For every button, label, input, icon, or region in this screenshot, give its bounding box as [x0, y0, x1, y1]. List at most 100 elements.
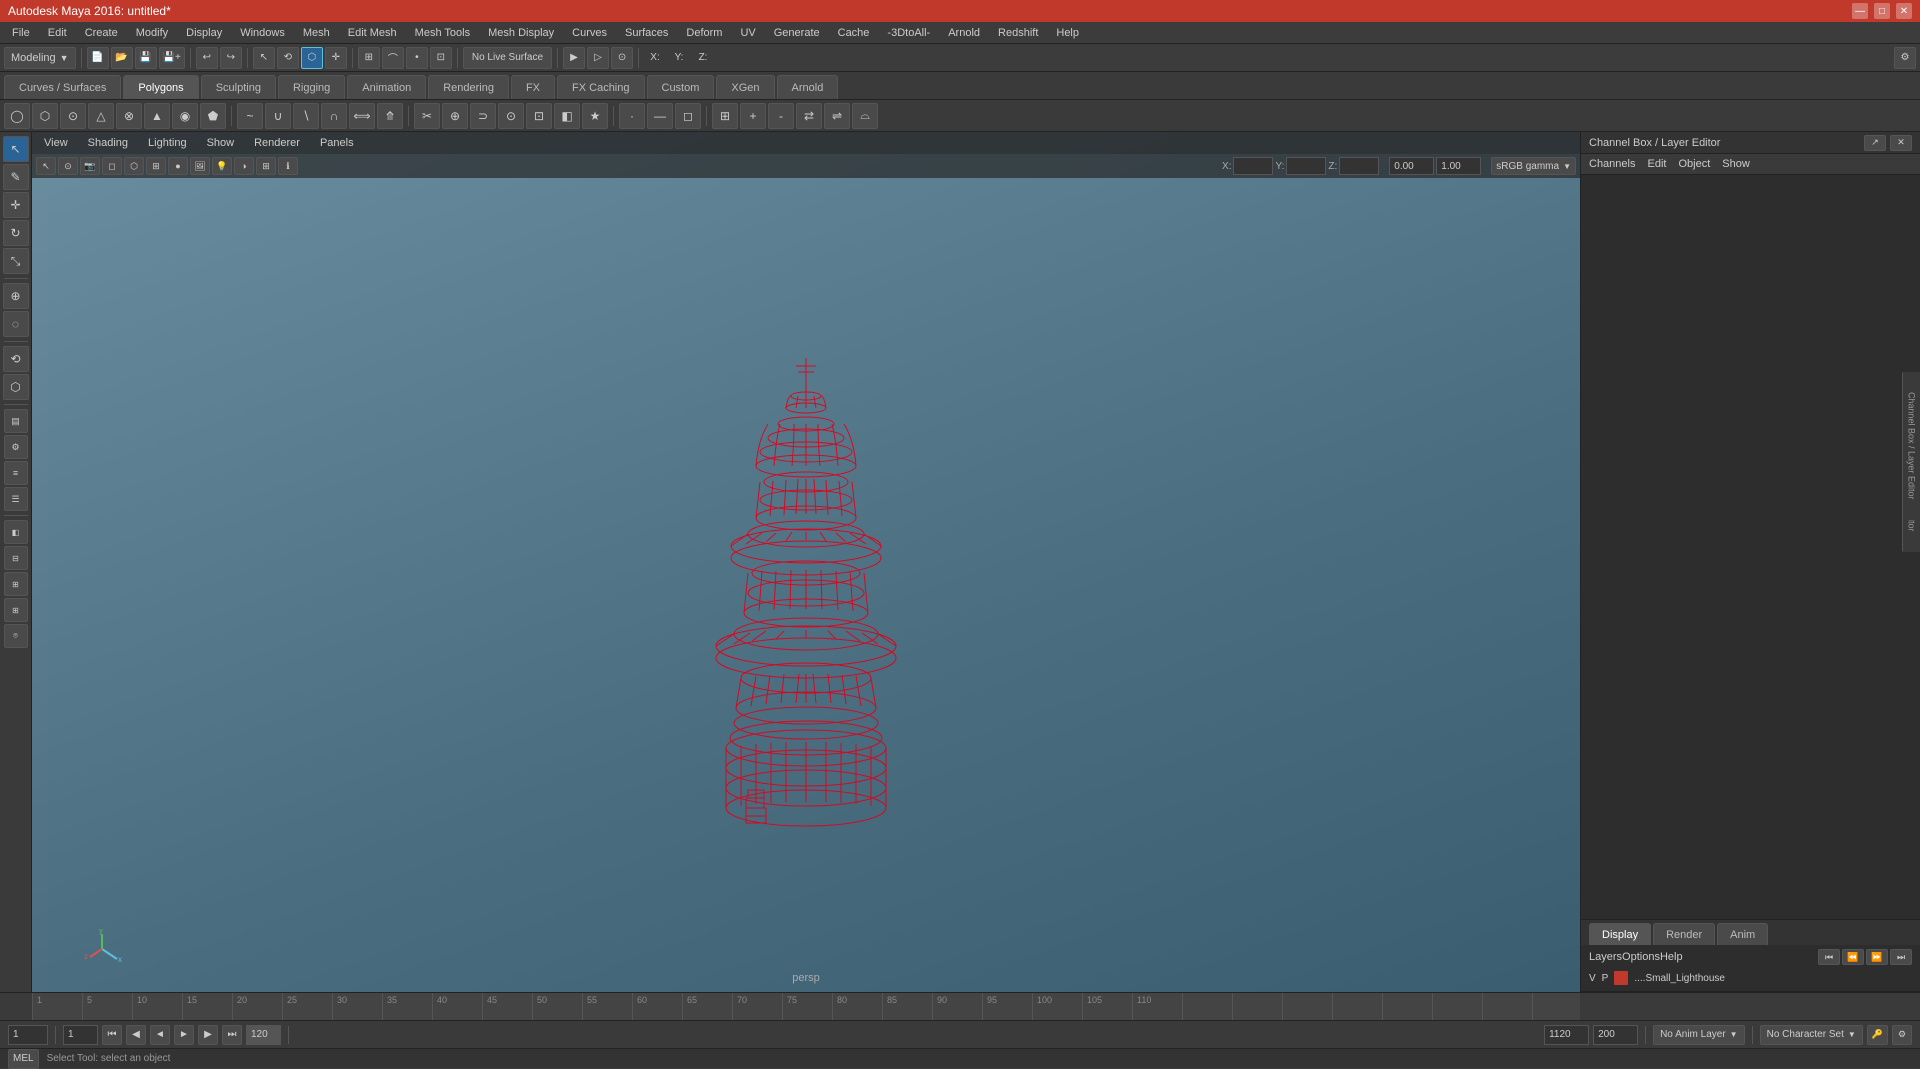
- vp-menu-panels[interactable]: Panels: [314, 135, 360, 151]
- lasso-select[interactable]: ⟲: [3, 346, 29, 372]
- quick-layout-3[interactable]: ⊞: [4, 572, 28, 596]
- menu-file[interactable]: File: [4, 25, 38, 41]
- cb-channels[interactable]: Channels: [1589, 158, 1635, 170]
- close-button[interactable]: ✕: [1896, 3, 1912, 19]
- tab-anim[interactable]: Anim: [1717, 923, 1768, 945]
- invert-selection[interactable]: ⇌: [824, 103, 850, 129]
- soft-mod[interactable]: ◌: [3, 311, 29, 337]
- snap-point-btn[interactable]: •: [406, 47, 428, 69]
- attribute-editor[interactable]: ☰: [4, 487, 28, 511]
- boolean-union[interactable]: ∪: [265, 103, 291, 129]
- layer-prev-btn[interactable]: ⏮: [1818, 949, 1840, 965]
- end-frame-field[interactable]: [246, 1025, 281, 1045]
- vp-smooth[interactable]: ●: [168, 157, 188, 175]
- mirror-tool[interactable]: ⟺: [349, 103, 375, 129]
- tab-animation[interactable]: Animation: [347, 75, 426, 99]
- vp-val1[interactable]: [1389, 157, 1434, 175]
- platonic-tool[interactable]: ⬟: [200, 103, 226, 129]
- panel-close-btn[interactable]: ✕: [1890, 135, 1912, 151]
- no-live-surface-btn[interactable]: No Live Surface: [463, 47, 552, 69]
- menu-curves[interactable]: Curves: [564, 25, 615, 41]
- menu-mesh-display[interactable]: Mesh Display: [480, 25, 562, 41]
- tab-curves-surfaces[interactable]: Curves / Surfaces: [4, 75, 121, 99]
- menu-cache[interactable]: Cache: [830, 25, 878, 41]
- range-end-field[interactable]: [1593, 1025, 1638, 1045]
- tab-xgen[interactable]: XGen: [716, 75, 774, 99]
- bridge-tool[interactable]: ⊃: [470, 103, 496, 129]
- fill-hole[interactable]: ⊙: [498, 103, 524, 129]
- snap-grid-btn[interactable]: ⊞: [358, 47, 380, 69]
- grow-selection[interactable]: +: [740, 103, 766, 129]
- menu-help[interactable]: Help: [1048, 25, 1087, 41]
- play-forward-btn[interactable]: ►: [174, 1025, 194, 1045]
- tab-arnold[interactable]: Arnold: [777, 75, 839, 99]
- rotate-tool[interactable]: ↻: [3, 220, 29, 246]
- char-set-key-btn[interactable]: 🔑: [1867, 1025, 1888, 1045]
- timeline-ruler[interactable]: 1 5 10 15 20 25 30 35 40 45 50 55 60 65 …: [32, 993, 1580, 1020]
- vp-x-field[interactable]: [1233, 157, 1273, 175]
- layer-color-swatch[interactable]: [1614, 971, 1628, 985]
- quick-layout-2[interactable]: ⊟: [4, 546, 28, 570]
- viewport[interactable]: View Shading Lighting Show Renderer Pane…: [32, 132, 1580, 992]
- char-set-selector[interactable]: No Character Set ▼: [1760, 1025, 1863, 1045]
- disc-tool[interactable]: ◉: [172, 103, 198, 129]
- vp-show-hide[interactable]: ⊙: [58, 157, 78, 175]
- multi-cut[interactable]: ✂: [414, 103, 440, 129]
- vp-grid[interactable]: ⊞: [256, 157, 276, 175]
- menu-windows[interactable]: Windows: [232, 25, 293, 41]
- vp-display[interactable]: ◻: [102, 157, 122, 175]
- play-back-btn[interactable]: ◄: [150, 1025, 170, 1045]
- menu-arnold[interactable]: Arnold: [940, 25, 988, 41]
- vertex-mode[interactable]: ·: [619, 103, 645, 129]
- menu-edit[interactable]: Edit: [40, 25, 75, 41]
- outliner[interactable]: ≡: [4, 461, 28, 485]
- menu-display[interactable]: Display: [178, 25, 230, 41]
- menu-3dtoall[interactable]: -3DtoAll-: [879, 25, 938, 41]
- redo-btn[interactable]: ↪: [220, 47, 242, 69]
- move-tool[interactable]: ✛: [3, 192, 29, 218]
- snap-together[interactable]: ⌾: [4, 624, 28, 648]
- universal-manip[interactable]: ⊕: [3, 283, 29, 309]
- menu-uv[interactable]: UV: [732, 25, 763, 41]
- menu-create[interactable]: Create: [77, 25, 126, 41]
- timeline[interactable]: 1 5 10 15 20 25 30 35 40 45 50 55 60 65 …: [0, 992, 1920, 1020]
- tab-rigging[interactable]: Rigging: [278, 75, 345, 99]
- settings-btn-right[interactable]: ⚙: [1894, 47, 1916, 69]
- save-btn[interactable]: 💾: [135, 47, 157, 69]
- open-btn[interactable]: 📂: [111, 47, 133, 69]
- vp-menu-view[interactable]: View: [38, 135, 74, 151]
- sphere-tool[interactable]: ◯: [4, 103, 30, 129]
- cb-edit[interactable]: Edit: [1647, 158, 1666, 170]
- vp-select-camera[interactable]: ↖: [36, 157, 56, 175]
- menu-mesh-tools[interactable]: Mesh Tools: [407, 25, 478, 41]
- vp-wire[interactable]: ⊞: [146, 157, 166, 175]
- options-menu[interactable]: Options: [1622, 951, 1660, 963]
- edge-mode[interactable]: —: [647, 103, 673, 129]
- render-btn[interactable]: ▶: [563, 47, 585, 69]
- playback-settings-btn[interactable]: ⚙: [1892, 1025, 1912, 1045]
- vp-val2[interactable]: [1436, 157, 1481, 175]
- vp-lights[interactable]: 💡: [212, 157, 232, 175]
- snap-view-btn[interactable]: ⊡: [430, 47, 452, 69]
- vp-hud[interactable]: ℹ: [278, 157, 298, 175]
- layers-help-menu[interactable]: Help: [1660, 951, 1683, 963]
- snap-curve-btn[interactable]: ⌒: [382, 47, 404, 69]
- tab-rendering[interactable]: Rendering: [428, 75, 509, 99]
- offset-loop[interactable]: ⊡: [526, 103, 552, 129]
- vp-menu-renderer[interactable]: Renderer: [248, 135, 306, 151]
- vp-menu-show[interactable]: Show: [201, 135, 241, 151]
- anim-layer-selector[interactable]: No Anim Layer ▼: [1653, 1025, 1745, 1045]
- lasso-tool-btn[interactable]: ⟲: [277, 47, 299, 69]
- vp-camera[interactable]: 📷: [80, 157, 100, 175]
- panel-float-btn[interactable]: ↗: [1864, 135, 1886, 151]
- next-frame-btn[interactable]: ▶: [198, 1025, 218, 1045]
- show-render-btn[interactable]: ⊙: [611, 47, 633, 69]
- minimize-button[interactable]: —: [1852, 3, 1868, 19]
- target-weld[interactable]: ⊕: [442, 103, 468, 129]
- start-frame-field[interactable]: [63, 1025, 98, 1045]
- layer-panel[interactable]: ▤: [4, 409, 28, 433]
- vp-texture[interactable]: 🖼: [190, 157, 210, 175]
- convert-selection[interactable]: ⇄: [796, 103, 822, 129]
- prev-frame-btn[interactable]: ◀: [126, 1025, 146, 1045]
- select-tool-btn[interactable]: ↖: [253, 47, 275, 69]
